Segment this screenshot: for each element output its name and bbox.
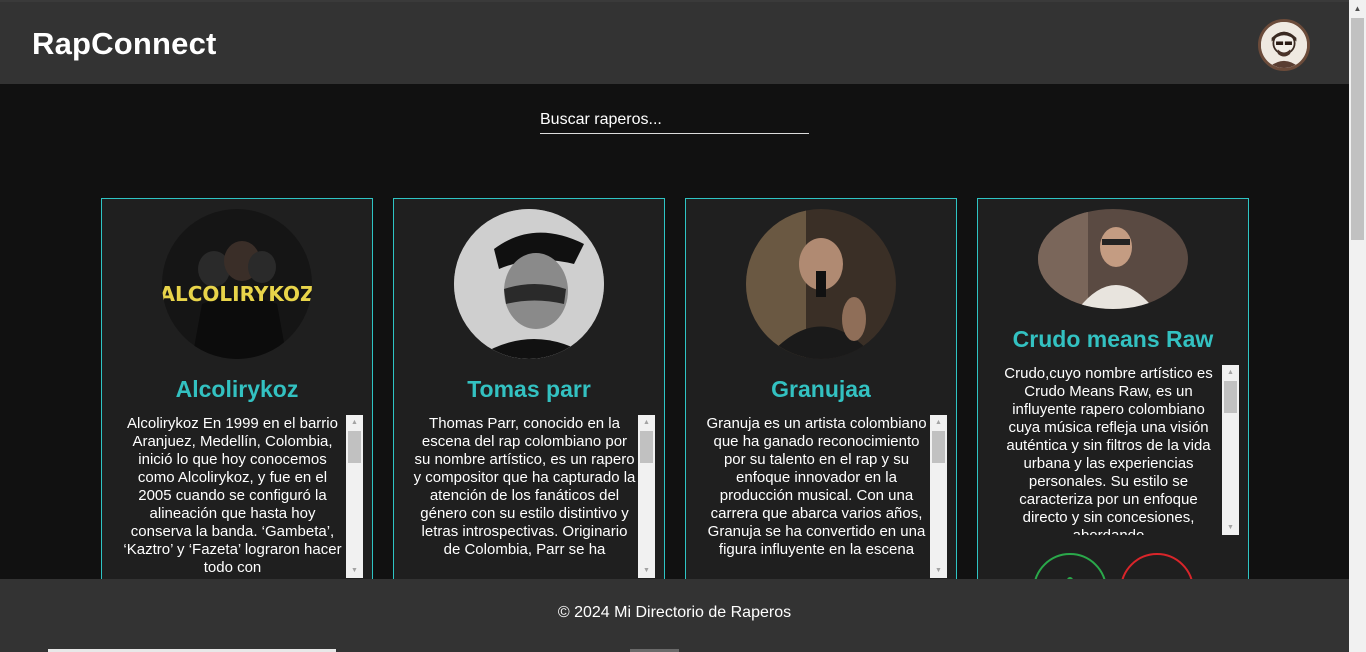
rapper-bio: Crudo,cuyo nombre artístico es Crudo Mea…	[1004, 365, 1213, 535]
rapper-bio: Granuja es un artista colombiano que ha …	[706, 415, 927, 558]
scroll-down-icon[interactable]: ▼	[638, 563, 655, 578]
rapper-name: Granujaa	[771, 376, 871, 402]
scroll-down-icon[interactable]: ▼	[930, 563, 947, 578]
scroll-up-icon[interactable]: ▲	[1349, 0, 1366, 17]
rapper-card-crudo-means-raw: Crudo means Raw Crudo,cuyo nombre artíst…	[977, 198, 1249, 618]
scroll-down-icon[interactable]: ▼	[1222, 520, 1239, 535]
scroll-up-icon[interactable]: ▲	[1222, 365, 1239, 380]
bio-scrollbar[interactable]: ▲ ▼	[930, 415, 947, 578]
page-scrollbar-thumb[interactable]	[1351, 18, 1364, 240]
user-avatar-icon[interactable]	[1258, 19, 1310, 71]
scrollbar-thumb[interactable]	[348, 431, 361, 463]
rapper-photo	[746, 209, 896, 359]
bio-scrollbar[interactable]: ▲ ▼	[346, 415, 363, 578]
footer-copyright: © 2024 Mi Directorio de Raperos	[557, 604, 792, 621]
scroll-up-icon[interactable]: ▲	[346, 415, 363, 430]
scrollbar-thumb[interactable]	[1224, 381, 1237, 413]
rapper-card-granujaa: Granujaa Granuja es un artista colombian…	[685, 198, 957, 618]
rapper-photo	[1038, 209, 1188, 309]
rapper-bio: Alcolirykoz En 1999 en el barrio Aranjue…	[123, 415, 342, 576]
scroll-up-icon[interactable]: ▲	[638, 415, 655, 430]
bio-scroll-area[interactable]: Granuja es un artista colombiano que ha …	[704, 415, 947, 578]
footer: © 2024 Mi Directorio de Raperos	[0, 579, 1349, 652]
rapper-bio: Thomas Parr, conocido en la escena del r…	[413, 415, 636, 558]
bio-scroll-area[interactable]: Alcolirykoz En 1999 en el barrio Aranjue…	[120, 415, 363, 578]
header: RapConnect	[0, 0, 1349, 84]
scroll-up-icon[interactable]: ▲	[930, 415, 947, 430]
bio-scrollbar[interactable]: ▲ ▼	[1222, 365, 1239, 535]
rapper-name: Crudo means Raw	[1012, 326, 1214, 352]
rapper-photo: ALCOLIRYKOZ	[162, 209, 312, 359]
rapper-name: Alcolirykoz	[175, 376, 299, 402]
scrollbar-thumb[interactable]	[640, 431, 653, 463]
search-input[interactable]	[540, 106, 809, 134]
page: RapConnect ALCOLIRYKOZ	[0, 0, 1366, 652]
rapper-card-tomas-parr: Tomas parr Thomas Parr, conocido en la e…	[393, 198, 665, 618]
bio-scroll-area[interactable]: Thomas Parr, conocido en la escena del r…	[412, 415, 655, 578]
rapper-name: Tomas parr	[467, 376, 591, 402]
scrollbar-thumb[interactable]	[932, 431, 945, 463]
rapper-card-alcolirykoz: ALCOLIRYKOZ Alcolirykoz Alcolirykoz En 1…	[101, 198, 373, 618]
scroll-down-icon[interactable]: ▼	[346, 563, 363, 578]
rapper-photo	[454, 209, 604, 359]
bio-scroll-area[interactable]: Crudo,cuyo nombre artístico es Crudo Mea…	[996, 365, 1239, 535]
bio-scrollbar[interactable]: ▲ ▼	[638, 415, 655, 578]
brand-title[interactable]: RapConnect	[32, 26, 217, 62]
svg-text:ALCOLIRYKOZ: ALCOLIRYKOZ	[162, 282, 312, 306]
page-scrollbar[interactable]: ▲	[1349, 0, 1366, 652]
